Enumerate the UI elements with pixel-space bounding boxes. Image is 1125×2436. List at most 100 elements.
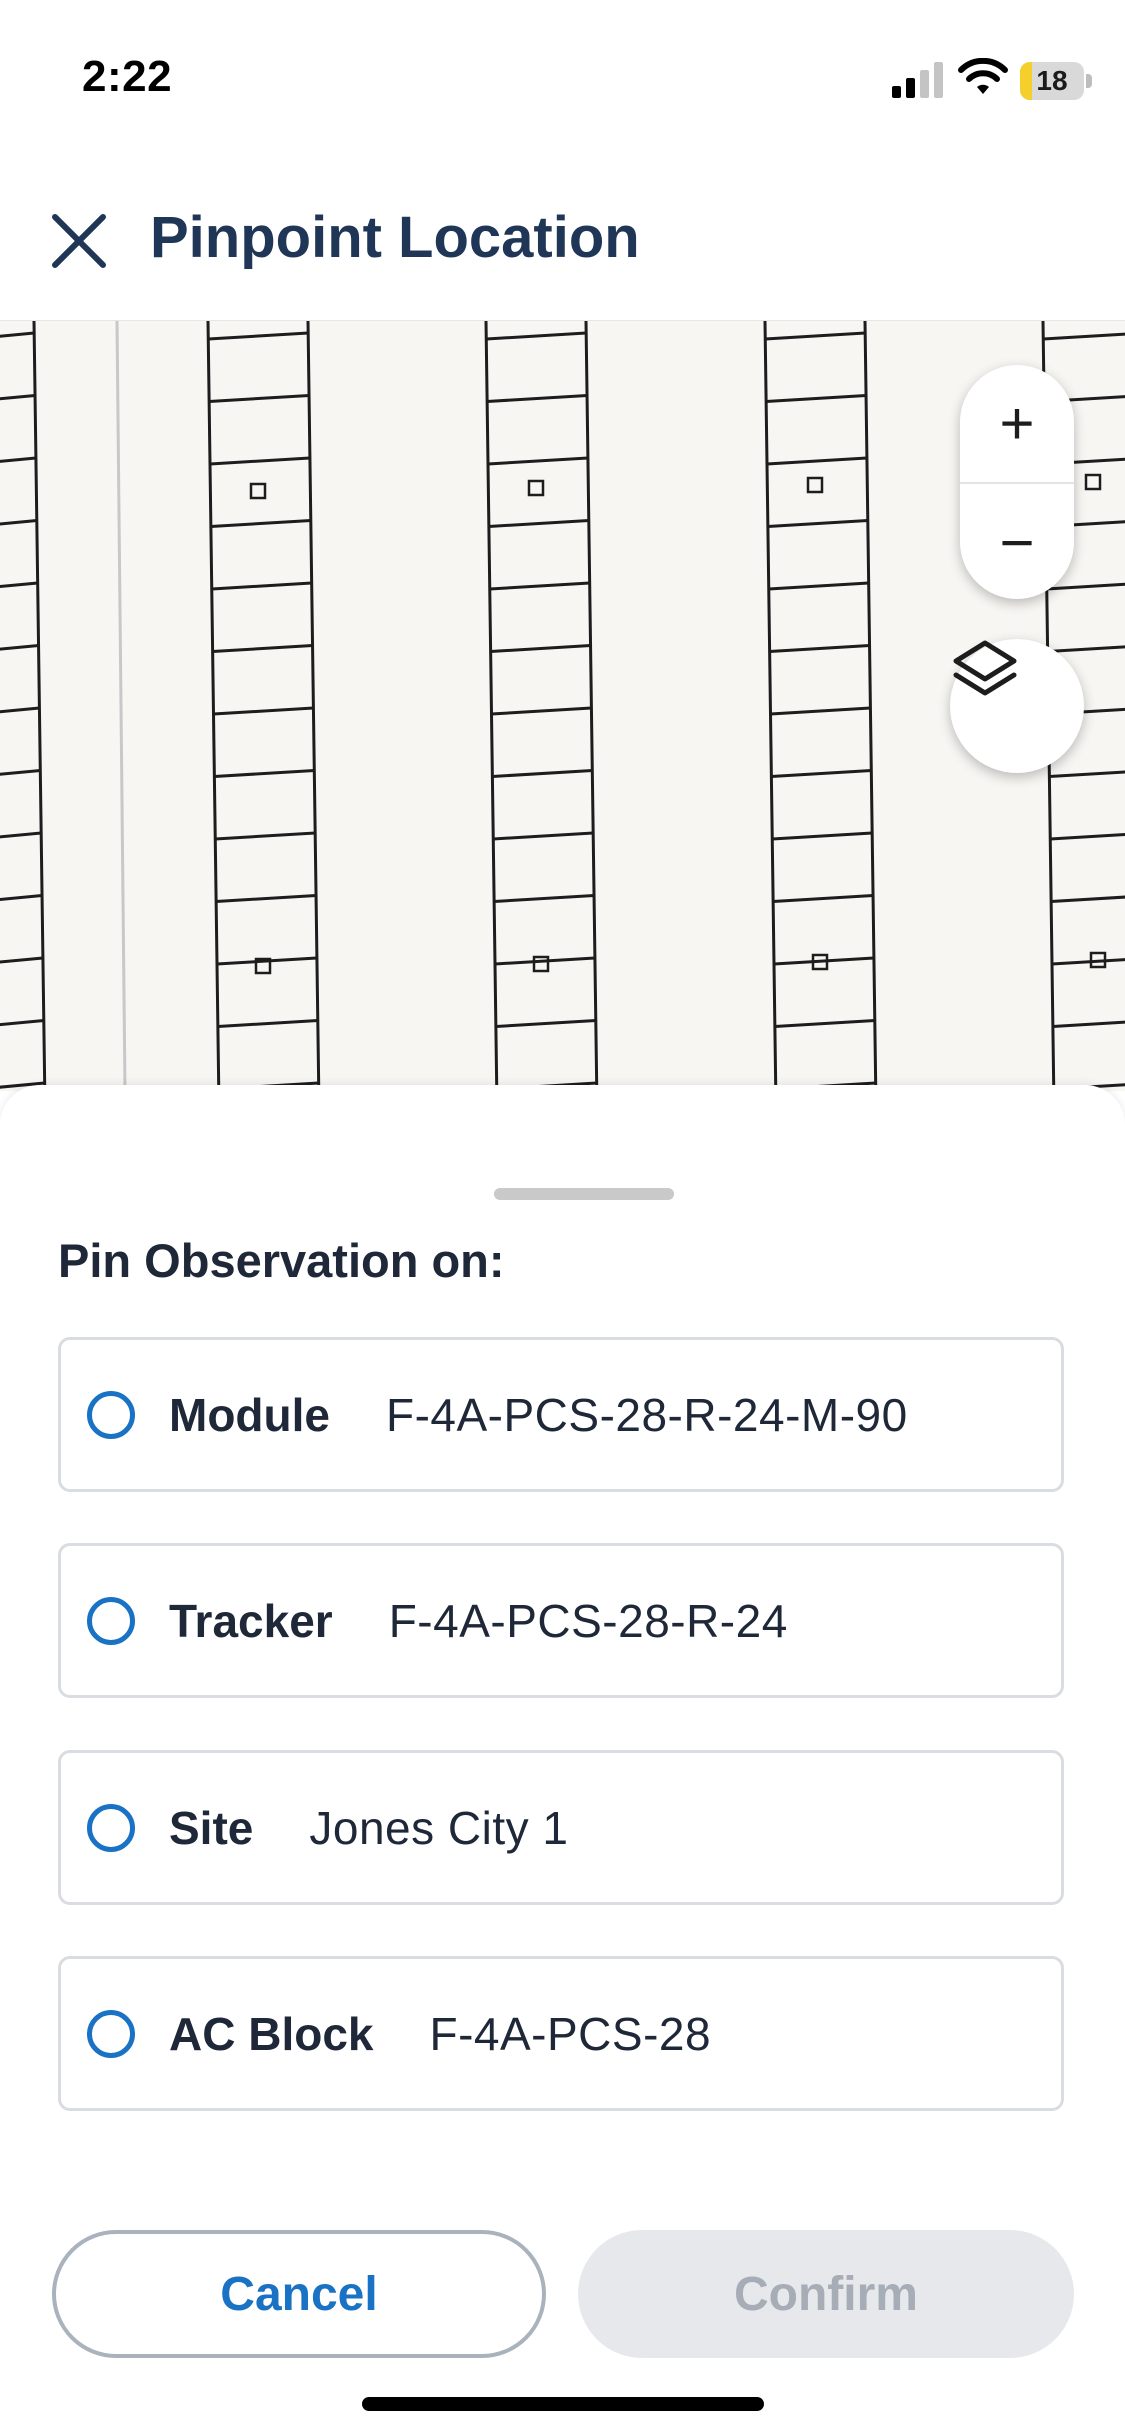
module-divider [215, 831, 316, 841]
module-divider [1050, 833, 1125, 841]
module-divider [214, 769, 315, 778]
module-divider [217, 1019, 318, 1028]
module-divider [0, 519, 37, 526]
module-marker [1084, 473, 1102, 491]
module-divider [490, 644, 591, 653]
module-divider [487, 456, 589, 466]
module-divider [213, 706, 314, 716]
module-divider [771, 769, 872, 778]
option-value: F-4A-PCS-28-R-24 [388, 1594, 788, 1647]
module-divider [0, 956, 44, 964]
module-divider [0, 456, 37, 463]
option-tracker[interactable]: Tracker F-4A-PCS-28-R-24 [58, 1543, 1064, 1698]
radio-button[interactable] [87, 1390, 135, 1439]
module-divider [1049, 770, 1125, 778]
tracker-edge [32, 321, 47, 1091]
tracker-edge [763, 321, 778, 1091]
module-divider [773, 894, 874, 903]
module-divider [495, 1019, 596, 1028]
home-indicator [362, 2397, 764, 2411]
tracker-edge [306, 321, 321, 1091]
module-divider [766, 456, 868, 466]
module-divider [0, 769, 41, 776]
battery-body: 18 [1020, 62, 1084, 100]
layers-button[interactable] [950, 639, 1084, 773]
module-marker [806, 476, 824, 494]
module-divider [216, 894, 317, 903]
module-divider [1052, 1020, 1125, 1028]
module-divider [767, 519, 868, 528]
module-marker [532, 955, 550, 973]
module-divider [494, 956, 596, 966]
module-divider [0, 331, 35, 338]
module-divider [212, 644, 313, 653]
module-divider [0, 1019, 44, 1027]
module-divider [774, 1019, 875, 1028]
radio-button[interactable] [87, 1803, 135, 1852]
module-divider [768, 581, 869, 591]
confirm-button[interactable]: Confirm [578, 2230, 1074, 2358]
module-divider [770, 706, 871, 716]
module-divider [1051, 895, 1125, 903]
module-divider [494, 894, 595, 903]
tracker-edge [863, 321, 878, 1091]
module-divider [1043, 332, 1125, 341]
option-label: Site [169, 1801, 254, 1854]
tracker-edge [206, 321, 221, 1091]
module-divider [1051, 958, 1125, 966]
tracker-edge [584, 321, 599, 1091]
module-divider [486, 331, 587, 341]
option-label: AC Block [169, 2007, 374, 2060]
module-divider [489, 581, 590, 591]
option-label: Module [169, 1388, 330, 1441]
zoom-in-button[interactable]: + [960, 365, 1074, 482]
module-divider [209, 394, 310, 403]
module-divider [0, 894, 43, 901]
module-marker [249, 482, 267, 500]
option-ac-block[interactable]: AC Block F-4A-PCS-28 [58, 1956, 1064, 2111]
map-view[interactable]: + − [0, 320, 1125, 1091]
module-divider [492, 769, 593, 778]
header: Pinpoint Location [0, 150, 1125, 320]
module-divider [209, 456, 311, 466]
radio-button[interactable] [87, 2009, 135, 2058]
module-divider [0, 581, 38, 589]
battery-percent: 18 [1036, 65, 1068, 96]
battery-icon: 18 [1020, 62, 1092, 100]
tracker-edge [484, 321, 499, 1091]
radio-button[interactable] [87, 1596, 135, 1645]
option-module[interactable]: Module F-4A-PCS-28-R-24-M-90 [58, 1337, 1064, 1492]
zoom-controls: + − [960, 365, 1074, 599]
module-divider [0, 394, 36, 401]
module-divider [491, 706, 592, 716]
bottom-sheet: Pin Observation on: Module F-4A-PCS-28-R… [0, 1085, 1125, 2436]
cancel-button[interactable]: Cancel [52, 2230, 546, 2358]
battery-cap [1086, 74, 1092, 88]
module-divider [0, 831, 42, 839]
layers-icon [953, 640, 1017, 696]
module-divider [493, 831, 594, 841]
option-value: Jones City 1 [309, 1801, 569, 1854]
sheet-grab-handle[interactable] [494, 1188, 674, 1200]
module-divider [488, 519, 589, 528]
module-divider [769, 644, 870, 653]
option-label: Tracker [169, 1594, 333, 1647]
module-divider [1047, 645, 1125, 653]
status-time: 2:22 [82, 52, 173, 101]
module-marker [527, 479, 545, 497]
close-button[interactable] [40, 202, 118, 280]
module-divider [211, 581, 312, 591]
module-divider [0, 644, 39, 651]
map-road-line [115, 321, 127, 1091]
module-divider [772, 831, 873, 841]
module-divider [487, 394, 588, 403]
option-value: F-4A-PCS-28-R-24-M-90 [385, 1388, 908, 1441]
option-value: F-4A-PCS-28 [429, 2007, 712, 2060]
module-divider [0, 706, 40, 714]
module-divider [208, 331, 309, 341]
option-site[interactable]: Site Jones City 1 [58, 1750, 1064, 1905]
status-bar: 2:22 18 [0, 0, 1125, 150]
zoom-out-button[interactable]: − [960, 482, 1074, 601]
cellular-signal-icon [892, 62, 943, 98]
sheet-title: Pin Observation on: [58, 1234, 505, 1287]
